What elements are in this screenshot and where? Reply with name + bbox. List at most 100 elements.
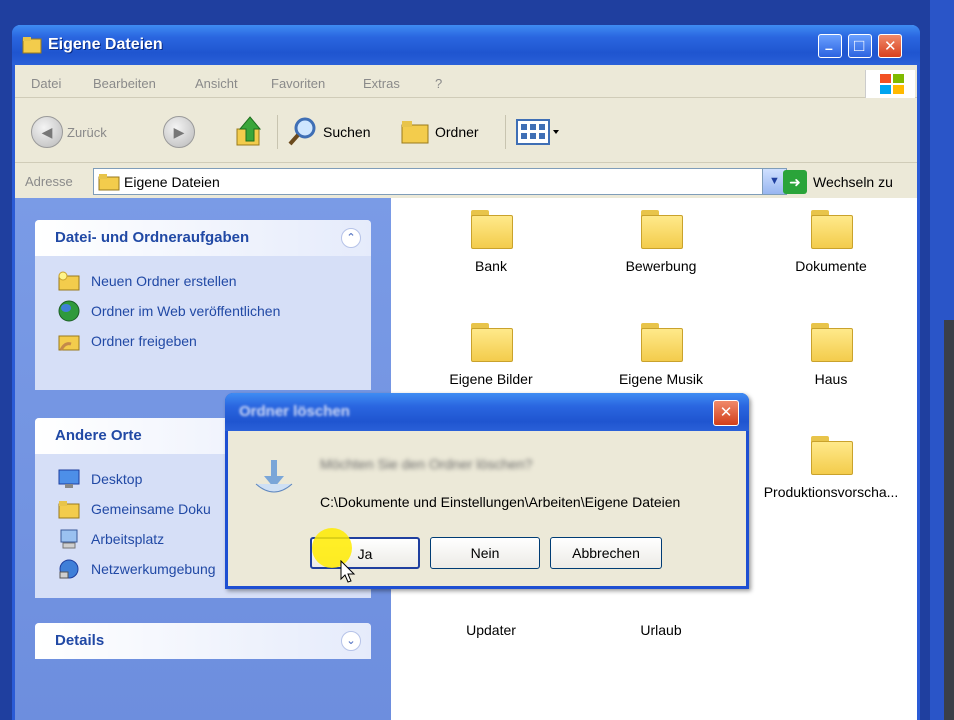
folder-item[interactable]: Urlaub — [576, 622, 746, 638]
minimize-button[interactable]: – — [818, 34, 842, 58]
menu-tools[interactable]: Extras — [363, 76, 400, 91]
go-button[interactable]: ➜ Wechseln zu — [783, 168, 893, 195]
folders-icon — [401, 121, 429, 144]
no-button[interactable]: Nein — [430, 537, 540, 569]
address-value: Eigene Dateien — [124, 174, 220, 190]
folder-icon — [811, 210, 853, 249]
folder-icon — [471, 323, 513, 362]
task-new-folder-label: Neuen Ordner erstellen — [91, 273, 237, 289]
up-folder-button[interactable] — [233, 115, 267, 149]
views-button[interactable] — [515, 115, 561, 149]
dialog-title: Ordner löschen — [239, 403, 350, 420]
forward-button[interactable]: ▶ — [163, 115, 195, 149]
place-network-label: Netzwerkumgebung — [91, 561, 216, 577]
new-folder-icon — [58, 271, 80, 291]
place-shared-docs[interactable]: Gemeinsame Doku — [57, 498, 211, 520]
folder-icon — [58, 501, 80, 519]
place-shared-docs-label: Gemeinsame Doku — [91, 501, 211, 517]
desktop-edge — [944, 320, 954, 720]
file-tasks-header[interactable]: Datei- und Ordneraufgaben ⌃ — [35, 220, 371, 256]
folder-icon — [22, 37, 42, 54]
menu-help[interactable]: ? — [435, 76, 442, 91]
windows-logo-icon — [865, 70, 915, 98]
place-desktop[interactable]: Desktop — [57, 468, 142, 490]
back-arrow-icon: ◀ — [31, 116, 63, 148]
folder-icon — [641, 323, 683, 362]
address-field[interactable]: Eigene Dateien ▼ — [93, 168, 787, 195]
address-label: Adresse — [25, 174, 73, 189]
close-button[interactable]: ✕ — [878, 34, 902, 58]
details-panel: Details ⌄ — [35, 623, 371, 659]
forward-arrow-icon: ▶ — [163, 116, 195, 148]
folder-label: Produktionsvorscha... — [763, 484, 899, 500]
explorer-window: Eigene Dateien – □ ✕ Datei Bearbeiten An… — [12, 25, 920, 720]
menu-file[interactable]: Datei — [31, 76, 61, 91]
computer-icon — [60, 529, 78, 549]
place-desktop-label: Desktop — [91, 471, 143, 487]
folder-item[interactable]: Produktionsvorscha... — [746, 436, 916, 500]
details-header[interactable]: Details ⌄ — [35, 623, 371, 659]
back-button[interactable]: ◀ Zurück — [31, 115, 107, 149]
go-arrow-icon: ➜ — [783, 169, 807, 194]
task-share-folder[interactable]: Ordner freigeben — [57, 330, 197, 352]
task-share-folder-label: Ordner freigeben — [91, 333, 197, 349]
go-label: Wechseln zu — [813, 173, 893, 190]
up-arrow-icon — [236, 116, 262, 146]
minimize-icon: – — [825, 40, 833, 56]
back-label: Zurück — [67, 124, 107, 140]
views-icon — [516, 119, 559, 145]
folder-label: Updater — [466, 622, 516, 638]
file-tasks-title: Datei- und Ordneraufgaben — [55, 229, 250, 246]
share-folder-icon — [58, 335, 80, 351]
network-icon — [59, 559, 79, 579]
folder-icon — [811, 436, 853, 475]
toolbar-separator — [505, 115, 506, 149]
folders-label: Ordner — [435, 124, 479, 140]
folders-button[interactable]: Ordner — [399, 115, 479, 149]
search-button[interactable]: Suchen — [287, 115, 370, 149]
menu-favorites[interactable]: Favoriten — [271, 76, 325, 91]
toolbar: ◀ Zurück ▶ Suchen Ordner — [15, 101, 917, 163]
maximize-button[interactable]: □ — [848, 34, 872, 58]
expand-chevron-icon[interactable]: ⌄ — [341, 631, 361, 651]
other-places-title: Andere Orte — [55, 427, 142, 444]
window-titlebar[interactable]: Eigene Dateien – □ ✕ — [12, 25, 920, 65]
place-my-computer[interactable]: Arbeitsplatz — [57, 528, 164, 550]
details-title: Details — [55, 632, 105, 649]
dialog-close-button[interactable]: ✕ — [713, 400, 739, 426]
task-new-folder[interactable]: Neuen Ordner erstellen — [57, 270, 237, 292]
folder-item[interactable]: Bank — [406, 210, 576, 274]
toolbar-separator — [277, 115, 278, 149]
dialog-message: Möchten Sie den Ordner löschen? — [320, 456, 533, 472]
search-icon — [288, 117, 316, 146]
place-network[interactable]: Netzwerkumgebung — [57, 558, 216, 580]
folder-item[interactable]: Eigene Bilder — [406, 323, 576, 387]
folder-icon — [641, 210, 683, 249]
folder-label: Bank — [475, 258, 507, 274]
folder-label: Dokumente — [795, 258, 867, 274]
folder-item[interactable]: Eigene Musik — [576, 323, 746, 387]
folder-item[interactable]: Updater — [406, 622, 576, 638]
search-label: Suchen — [323, 124, 371, 140]
task-publish-web-label: Ordner im Web veröffentlichen — [91, 303, 281, 319]
globe-icon — [58, 300, 80, 322]
dialog-titlebar[interactable]: Ordner löschen ✕ — [225, 393, 749, 431]
menu-bar: Datei Bearbeiten Ansicht Favoriten Extra… — [15, 68, 917, 98]
folder-icon — [471, 210, 513, 249]
window-title: Eigene Dateien — [48, 36, 163, 53]
menu-view[interactable]: Ansicht — [195, 76, 238, 91]
confirm-dialog: Ordner löschen ✕ Möchten Sie den Ordner … — [225, 393, 749, 589]
folder-label: Eigene Musik — [618, 371, 704, 387]
folder-item[interactable]: Bewerbung — [576, 210, 746, 274]
folder-icon — [98, 174, 120, 191]
folder-label: Bewerbung — [625, 258, 697, 274]
mouse-pointer-icon — [340, 560, 356, 583]
cancel-button[interactable]: Abbrechen — [550, 537, 662, 569]
folder-item[interactable]: Haus — [746, 323, 916, 387]
task-publish-web[interactable]: Ordner im Web veröffentlichen — [57, 300, 280, 322]
place-my-computer-label: Arbeitsplatz — [91, 531, 165, 547]
collapse-chevron-icon[interactable]: ⌃ — [341, 228, 361, 248]
menu-edit[interactable]: Bearbeiten — [93, 76, 156, 91]
file-tasks-panel: Datei- und Ordneraufgaben ⌃ Neuen Ordner… — [35, 220, 371, 390]
folder-item[interactable]: Dokumente — [746, 210, 916, 274]
